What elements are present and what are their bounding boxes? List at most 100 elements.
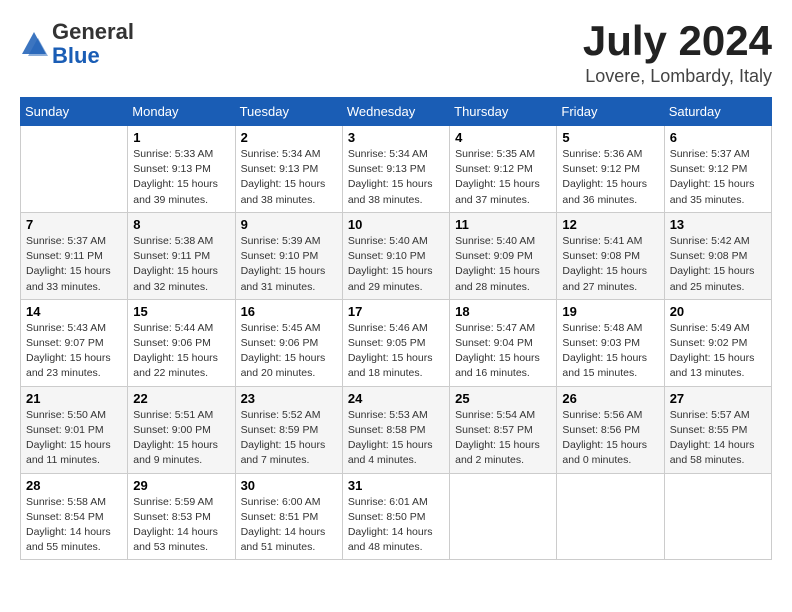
day-detail: Sunrise: 6:00 AMSunset: 8:51 PMDaylight:… bbox=[241, 495, 337, 556]
day-detail: Sunrise: 5:52 AMSunset: 8:59 PMDaylight:… bbox=[241, 408, 337, 469]
day-number: 27 bbox=[670, 391, 766, 406]
day-detail: Sunrise: 5:58 AMSunset: 8:54 PMDaylight:… bbox=[26, 495, 122, 556]
day-number: 4 bbox=[455, 130, 551, 145]
calendar-cell bbox=[664, 473, 771, 560]
day-detail: Sunrise: 5:42 AMSunset: 9:08 PMDaylight:… bbox=[670, 234, 766, 295]
day-number: 18 bbox=[455, 304, 551, 319]
day-detail: Sunrise: 5:56 AMSunset: 8:56 PMDaylight:… bbox=[562, 408, 658, 469]
calendar-cell: 6Sunrise: 5:37 AMSunset: 9:12 PMDaylight… bbox=[664, 126, 771, 213]
calendar-cell: 21 Sunrise: 5:50 AMSunset: 9:01 PMDayligh… bbox=[21, 386, 128, 473]
calendar-cell bbox=[21, 126, 128, 213]
page-header: General Blue July 2024 Lovere, Lombardy,… bbox=[20, 20, 772, 87]
day-detail: Sunrise: 5:59 AMSunset: 8:53 PMDaylight:… bbox=[133, 495, 229, 556]
day-number: 5 bbox=[562, 130, 658, 145]
day-detail: Sunrise: 5:47 AMSunset: 9:04 PMDaylight:… bbox=[455, 321, 551, 382]
day-number: 14 bbox=[26, 304, 122, 319]
day-number: 28 bbox=[26, 478, 122, 493]
day-number: 16 bbox=[241, 304, 337, 319]
title-block: July 2024 Lovere, Lombardy, Italy bbox=[583, 20, 772, 87]
logo-text: General Blue bbox=[52, 20, 134, 68]
day-detail: Sunrise: 5:35 AMSunset: 9:12 PMDaylight:… bbox=[455, 147, 551, 208]
day-number: 7 bbox=[26, 217, 122, 232]
day-number: 24 bbox=[348, 391, 444, 406]
calendar-cell: 13 Sunrise: 5:42 AMSunset: 9:08 PMDayligh… bbox=[664, 212, 771, 299]
calendar-cell: 29 Sunrise: 5:59 AMSunset: 8:53 PMDayligh… bbox=[128, 473, 235, 560]
day-detail: Sunrise: 5:54 AMSunset: 8:57 PMDaylight:… bbox=[455, 408, 551, 469]
day-detail: Sunrise: 5:50 AMSunset: 9:01 PMDaylight:… bbox=[26, 408, 122, 469]
calendar-cell: 5 Sunrise: 5:36 AMSunset: 9:12 PMDaylight… bbox=[557, 126, 664, 213]
calendar-cell: 31 Sunrise: 6:01 AMSunset: 8:50 PMDayligh… bbox=[342, 473, 449, 560]
day-number: 2 bbox=[241, 130, 337, 145]
day-number: 23 bbox=[241, 391, 337, 406]
location: Lovere, Lombardy, Italy bbox=[583, 66, 772, 87]
calendar-cell: 25 Sunrise: 5:54 AMSunset: 8:57 PMDayligh… bbox=[450, 386, 557, 473]
day-detail: Sunrise: 5:37 AMSunset: 9:12 PMDaylight:… bbox=[670, 147, 766, 208]
day-number: 26 bbox=[562, 391, 658, 406]
day-detail: Sunrise: 5:45 AMSunset: 9:06 PMDaylight:… bbox=[241, 321, 337, 382]
calendar-cell: 7 Sunrise: 5:37 AMSunset: 9:11 PMDaylight… bbox=[21, 212, 128, 299]
day-detail: Sunrise: 5:48 AMSunset: 9:03 PMDaylight:… bbox=[562, 321, 658, 382]
day-number: 10 bbox=[348, 217, 444, 232]
calendar-cell: 18 Sunrise: 5:47 AMSunset: 9:04 PMDayligh… bbox=[450, 299, 557, 386]
day-number: 9 bbox=[241, 217, 337, 232]
day-detail: Sunrise: 5:49 AMSunset: 9:02 PMDaylight:… bbox=[670, 321, 766, 382]
day-number: 3 bbox=[348, 130, 444, 145]
day-number: 30 bbox=[241, 478, 337, 493]
day-number: 31 bbox=[348, 478, 444, 493]
day-detail: Sunrise: 5:40 AMSunset: 9:10 PMDaylight:… bbox=[348, 234, 444, 295]
day-detail: Sunrise: 5:46 AMSunset: 9:05 PMDaylight:… bbox=[348, 321, 444, 382]
day-detail: Sunrise: 5:43 AMSunset: 9:07 PMDaylight:… bbox=[26, 321, 122, 382]
calendar-table: SundayMondayTuesdayWednesdayThursdayFrid… bbox=[20, 97, 772, 560]
calendar-cell bbox=[557, 473, 664, 560]
calendar-cell: 11 Sunrise: 5:40 AMSunset: 9:09 PMDayligh… bbox=[450, 212, 557, 299]
day-detail: Sunrise: 5:33 AMSunset: 9:13 PMDaylight:… bbox=[133, 147, 229, 208]
day-detail: Sunrise: 5:38 AMSunset: 9:11 PMDaylight:… bbox=[133, 234, 229, 295]
calendar-cell: 28 Sunrise: 5:58 AMSunset: 8:54 PMDayligh… bbox=[21, 473, 128, 560]
day-number: 22 bbox=[133, 391, 229, 406]
day-number: 12 bbox=[562, 217, 658, 232]
day-detail: Sunrise: 5:34 AMSunset: 9:13 PMDaylight:… bbox=[348, 147, 444, 208]
day-detail: Sunrise: 5:44 AMSunset: 9:06 PMDaylight:… bbox=[133, 321, 229, 382]
day-number: 21 bbox=[26, 391, 122, 406]
weekday-header: Sunday bbox=[21, 98, 128, 126]
day-detail: Sunrise: 5:51 AMSunset: 9:00 PMDaylight:… bbox=[133, 408, 229, 469]
calendar-cell: 15Sunrise: 5:44 AMSunset: 9:06 PMDayligh… bbox=[128, 299, 235, 386]
calendar-week-row: 14 Sunrise: 5:43 AMSunset: 9:07 PMDayligh… bbox=[21, 299, 772, 386]
calendar-week-row: 21 Sunrise: 5:50 AMSunset: 9:01 PMDayligh… bbox=[21, 386, 772, 473]
weekday-header: Friday bbox=[557, 98, 664, 126]
calendar-cell: 8 Sunrise: 5:38 AMSunset: 9:11 PMDaylight… bbox=[128, 212, 235, 299]
weekday-header: Tuesday bbox=[235, 98, 342, 126]
calendar-header-row: SundayMondayTuesdayWednesdayThursdayFrid… bbox=[21, 98, 772, 126]
calendar-cell: 4 Sunrise: 5:35 AMSunset: 9:12 PMDaylight… bbox=[450, 126, 557, 213]
calendar-cell: 23 Sunrise: 5:52 AMSunset: 8:59 PMDayligh… bbox=[235, 386, 342, 473]
day-number: 11 bbox=[455, 217, 551, 232]
day-detail: Sunrise: 5:53 AMSunset: 8:58 PMDaylight:… bbox=[348, 408, 444, 469]
day-number: 20 bbox=[670, 304, 766, 319]
day-detail: Sunrise: 5:40 AMSunset: 9:09 PMDaylight:… bbox=[455, 234, 551, 295]
day-number: 19 bbox=[562, 304, 658, 319]
day-number: 29 bbox=[133, 478, 229, 493]
calendar-cell: 2Sunrise: 5:34 AMSunset: 9:13 PMDaylight… bbox=[235, 126, 342, 213]
logo-icon bbox=[20, 30, 48, 58]
day-number: 25 bbox=[455, 391, 551, 406]
calendar-cell bbox=[450, 473, 557, 560]
day-number: 1 bbox=[133, 130, 229, 145]
calendar-cell: 27Sunrise: 5:57 AMSunset: 8:55 PMDayligh… bbox=[664, 386, 771, 473]
calendar-cell: 9 Sunrise: 5:39 AMSunset: 9:10 PMDaylight… bbox=[235, 212, 342, 299]
weekday-header: Thursday bbox=[450, 98, 557, 126]
day-detail: Sunrise: 5:36 AMSunset: 9:12 PMDaylight:… bbox=[562, 147, 658, 208]
day-detail: Sunrise: 5:39 AMSunset: 9:10 PMDaylight:… bbox=[241, 234, 337, 295]
calendar-cell: 16 Sunrise: 5:45 AMSunset: 9:06 PMDayligh… bbox=[235, 299, 342, 386]
calendar-cell: 14 Sunrise: 5:43 AMSunset: 9:07 PMDayligh… bbox=[21, 299, 128, 386]
calendar-cell: 19 Sunrise: 5:48 AMSunset: 9:03 PMDayligh… bbox=[557, 299, 664, 386]
day-number: 13 bbox=[670, 217, 766, 232]
weekday-header: Wednesday bbox=[342, 98, 449, 126]
calendar-cell: 26 Sunrise: 5:56 AMSunset: 8:56 PMDayligh… bbox=[557, 386, 664, 473]
calendar-week-row: 28 Sunrise: 5:58 AMSunset: 8:54 PMDayligh… bbox=[21, 473, 772, 560]
weekday-header: Saturday bbox=[664, 98, 771, 126]
weekday-header: Monday bbox=[128, 98, 235, 126]
month-title: July 2024 bbox=[583, 20, 772, 62]
day-number: 8 bbox=[133, 217, 229, 232]
day-detail: Sunrise: 6:01 AMSunset: 8:50 PMDaylight:… bbox=[348, 495, 444, 556]
day-detail: Sunrise: 5:37 AMSunset: 9:11 PMDaylight:… bbox=[26, 234, 122, 295]
